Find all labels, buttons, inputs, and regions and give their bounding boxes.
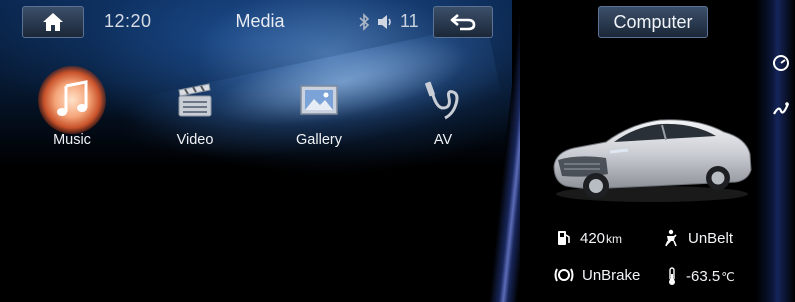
- belt-status-text: UnBelt: [688, 229, 734, 247]
- brake-status: UnBrake: [554, 266, 640, 284]
- range-unit: km: [606, 231, 623, 246]
- gauge-button[interactable]: [770, 52, 792, 74]
- app-gallery[interactable]: Gallery: [274, 74, 364, 148]
- av-cable-icon: [425, 81, 459, 120]
- range-value: 420: [580, 229, 606, 247]
- gauge-icon: [773, 55, 789, 71]
- back-arrow-icon: [450, 14, 476, 31]
- home-icon: [43, 13, 63, 31]
- back-button[interactable]: [433, 6, 493, 38]
- car-image: [553, 119, 752, 202]
- route-icon: [773, 102, 790, 115]
- fuel-range: 420 km: [556, 229, 622, 247]
- app-music[interactable]: Music: [27, 66, 117, 148]
- brake-status-text: UnBrake: [582, 266, 641, 284]
- app-av[interactable]: AV: [398, 74, 488, 148]
- temp-value: -63.5: [686, 267, 721, 285]
- app-label: Video: [176, 132, 214, 148]
- app-label: AV: [433, 132, 453, 148]
- bluetooth-icon: [359, 12, 370, 31]
- film-clapper-icon: [178, 83, 212, 117]
- right-rail: [756, 0, 795, 302]
- picture-icon: [300, 85, 338, 115]
- status-indicators: 11: [358, 11, 419, 32]
- outside-temperature: -63.5 ℃: [666, 266, 735, 286]
- brake-warning-icon: [554, 268, 574, 282]
- music-note-icon: [57, 80, 88, 116]
- page-title: Media: [235, 11, 285, 31]
- computer-title: Computer: [598, 6, 708, 38]
- seatbelt-status: UnBelt: [662, 229, 733, 247]
- clock-time: 12:20: [104, 11, 152, 31]
- app-label: Gallery: [296, 132, 342, 148]
- seatbelt-icon: [665, 229, 677, 247]
- computer-panel: Computer 420 km UnBelt UnBrake -63.5 ℃: [520, 0, 795, 302]
- app-video[interactable]: Video: [150, 74, 240, 148]
- volume-icon: [378, 14, 391, 29]
- fuel-pump-icon: [558, 231, 570, 245]
- temp-unit: ℃: [721, 269, 735, 284]
- home-button[interactable]: [22, 6, 84, 38]
- media-panel: 12:20 Media 11 Music Video Gallery AV: [0, 0, 512, 302]
- thermometer-icon: [669, 267, 675, 285]
- app-label: Music: [53, 132, 91, 148]
- volume-level: 11: [400, 11, 419, 31]
- route-button[interactable]: [770, 98, 792, 120]
- top-bar: 12:20 Media 11: [0, 0, 512, 44]
